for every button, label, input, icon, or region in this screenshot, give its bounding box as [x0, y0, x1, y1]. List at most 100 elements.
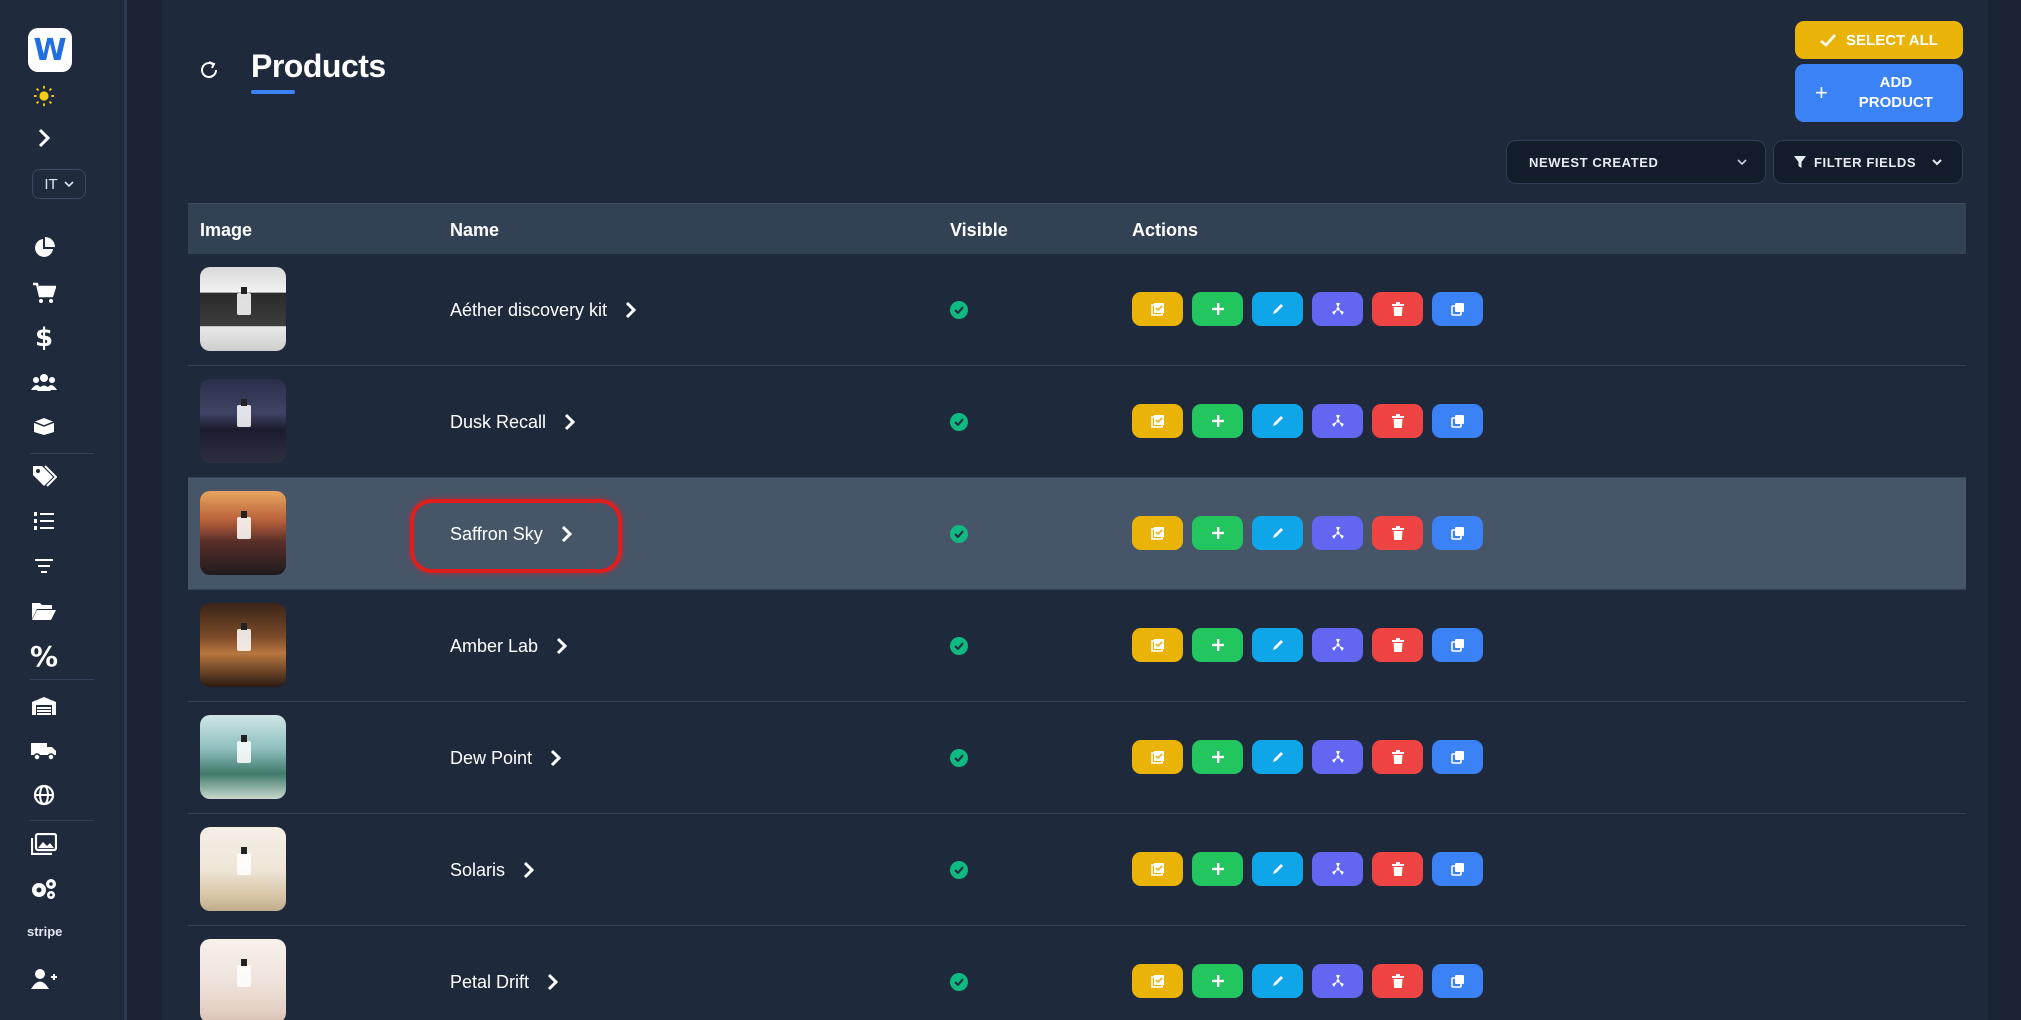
stripe-link[interactable]: stripe	[27, 924, 62, 939]
checklist-action-button[interactable]	[1132, 964, 1183, 998]
pencil-action-button[interactable]	[1252, 628, 1303, 662]
images-icon[interactable]	[24, 828, 64, 860]
pencil-icon	[1271, 414, 1285, 428]
users-icon[interactable]	[24, 366, 64, 398]
fan-action-button[interactable]	[1312, 964, 1363, 998]
product-thumbnail[interactable]	[200, 715, 286, 799]
pencil-icon	[1271, 526, 1285, 540]
product-thumbnail[interactable]	[200, 267, 286, 351]
globe-icon[interactable]	[24, 779, 64, 811]
add-product-button[interactable]: + ADD PRODUCT	[1795, 64, 1963, 122]
duplicate-action-button[interactable]	[1432, 292, 1483, 326]
chevron-down-icon	[1932, 158, 1942, 165]
boxes-icon[interactable]	[24, 410, 64, 442]
plus-action-button[interactable]	[1192, 292, 1243, 326]
checklist-icon	[1150, 750, 1165, 764]
plus-action-button[interactable]	[1192, 628, 1243, 662]
fan-action-button[interactable]	[1312, 628, 1363, 662]
product-thumbnail[interactable]	[200, 603, 286, 687]
table-row[interactable]: Aéther discovery kit	[188, 254, 1966, 366]
pencil-icon	[1271, 862, 1285, 876]
sort-dropdown[interactable]: NEWEST CREATED	[1506, 140, 1766, 184]
warehouse-icon[interactable]	[24, 690, 64, 722]
table-row[interactable]: Amber Lab	[188, 590, 1966, 702]
checklist-action-button[interactable]	[1132, 404, 1183, 438]
truck-icon[interactable]	[24, 735, 64, 767]
pencil-action-button[interactable]	[1252, 740, 1303, 774]
duplicate-action-button[interactable]	[1432, 740, 1483, 774]
pencil-action-button[interactable]	[1252, 516, 1303, 550]
pencil-action-button[interactable]	[1252, 292, 1303, 326]
fan-action-button[interactable]	[1312, 852, 1363, 886]
filter-lines-icon[interactable]	[24, 550, 64, 582]
product-name-link[interactable]: Aéther discovery kit	[450, 254, 637, 366]
trash-action-button[interactable]	[1372, 964, 1423, 998]
product-name-link[interactable]: Saffron Sky	[410, 478, 622, 590]
table-row[interactable]: Dusk Recall	[188, 366, 1966, 478]
trash-action-button[interactable]	[1372, 628, 1423, 662]
product-name: Dusk Recall	[450, 411, 547, 432]
fan-action-button[interactable]	[1312, 404, 1363, 438]
sun-icon[interactable]	[24, 80, 64, 112]
checklist-action-button[interactable]	[1132, 628, 1183, 662]
product-name: Amber Lab	[450, 635, 539, 656]
page-title: Products	[251, 48, 386, 84]
app-logo[interactable]: W	[28, 28, 72, 72]
trash-action-button[interactable]	[1372, 516, 1423, 550]
checklist-action-button[interactable]	[1132, 516, 1183, 550]
product-thumbnail[interactable]	[200, 827, 286, 911]
percent-icon[interactable]: %	[24, 640, 64, 673]
plus-action-button[interactable]	[1192, 964, 1243, 998]
table-row[interactable]: Solaris	[188, 814, 1966, 926]
refresh-icon[interactable]	[197, 58, 223, 84]
gears-icon[interactable]	[24, 873, 64, 905]
checklist-action-button[interactable]	[1132, 740, 1183, 774]
chevron-right-icon[interactable]	[24, 122, 64, 154]
product-name-link[interactable]: Dusk Recall	[450, 366, 576, 478]
product-thumbnail[interactable]	[200, 939, 286, 1020]
product-thumbnail[interactable]	[200, 491, 286, 575]
table-row[interactable]: Saffron Sky	[188, 478, 1966, 590]
language-select[interactable]: IT	[32, 169, 86, 199]
trash-action-button[interactable]	[1372, 292, 1423, 326]
column-header-name[interactable]: Name	[450, 220, 499, 241]
user-plus-icon[interactable]	[24, 963, 64, 995]
cart-icon[interactable]	[24, 277, 64, 309]
pencil-action-button[interactable]	[1252, 852, 1303, 886]
column-header-visible[interactable]: Visible	[950, 220, 1008, 241]
duplicate-action-button[interactable]	[1432, 852, 1483, 886]
ordered-list-icon[interactable]	[24, 505, 64, 537]
fan-action-button[interactable]	[1312, 516, 1363, 550]
checklist-action-button[interactable]	[1132, 852, 1183, 886]
plus-action-button[interactable]	[1192, 404, 1243, 438]
pie-chart-icon[interactable]	[24, 232, 64, 264]
product-name-link[interactable]: Petal Drift	[450, 926, 559, 1020]
fan-action-button[interactable]	[1312, 740, 1363, 774]
table-row[interactable]: Petal Drift	[188, 926, 1966, 1020]
plus-action-button[interactable]	[1192, 852, 1243, 886]
dollar-icon[interactable]: $	[24, 322, 64, 354]
table-row[interactable]: Dew Point	[188, 702, 1966, 814]
product-name-link[interactable]: Amber Lab	[450, 590, 568, 702]
duplicate-action-button[interactable]	[1432, 516, 1483, 550]
duplicate-action-button[interactable]	[1432, 628, 1483, 662]
folder-open-icon[interactable]	[24, 595, 64, 627]
filter-fields-dropdown[interactable]: FILTER FIELDS	[1773, 140, 1963, 184]
product-name-link[interactable]: Solaris	[450, 814, 535, 926]
duplicate-action-button[interactable]	[1432, 964, 1483, 998]
checklist-action-button[interactable]	[1132, 292, 1183, 326]
duplicate-action-button[interactable]	[1432, 404, 1483, 438]
trash-action-button[interactable]	[1372, 740, 1423, 774]
product-name-link[interactable]: Dew Point	[450, 702, 562, 814]
trash-action-button[interactable]	[1372, 852, 1423, 886]
fan-action-button[interactable]	[1312, 292, 1363, 326]
plus-action-button[interactable]	[1192, 516, 1243, 550]
select-all-button[interactable]: SELECT ALL	[1795, 21, 1963, 59]
product-thumbnail[interactable]	[200, 379, 286, 463]
trash-action-button[interactable]	[1372, 404, 1423, 438]
tags-icon[interactable]	[24, 460, 64, 492]
visible-check-icon	[950, 861, 968, 879]
pencil-action-button[interactable]	[1252, 964, 1303, 998]
plus-action-button[interactable]	[1192, 740, 1243, 774]
pencil-action-button[interactable]	[1252, 404, 1303, 438]
